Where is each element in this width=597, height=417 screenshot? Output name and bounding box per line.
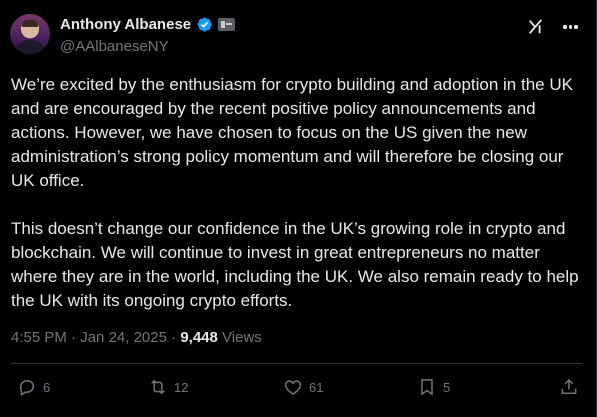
reply-count: 6	[43, 379, 51, 395]
author-handle[interactable]: @AAlbaneseNY	[60, 38, 169, 55]
like-button[interactable]: 61	[283, 374, 323, 400]
like-count: 61	[309, 379, 324, 395]
verified-badge-icon	[197, 17, 212, 32]
grok-icon[interactable]	[527, 18, 545, 36]
divider	[11, 363, 582, 364]
repost-button[interactable]: 12	[148, 374, 188, 400]
avatar[interactable]	[10, 14, 50, 54]
share-button[interactable]	[559, 374, 579, 400]
action-bar: 6 12 61 5	[11, 374, 579, 400]
author-name-row: Anthony Albanese	[60, 16, 236, 33]
author-display-name[interactable]: Anthony Albanese	[60, 16, 191, 33]
bookmark-count: 5	[443, 379, 451, 395]
reply-bubble-icon	[20, 379, 35, 397]
repost-count: 12	[174, 379, 189, 395]
views-label: Views	[222, 329, 262, 346]
tweet-time[interactable]: 4:55 PM	[11, 329, 67, 346]
more-options-icon[interactable]	[563, 20, 581, 34]
meta-separator: ·	[71, 329, 77, 346]
tweet-text: We’re excited by the enthusiasm for cryp…	[11, 73, 581, 313]
reply-button[interactable]: 6	[17, 374, 50, 400]
tweet-header: Anthony Albanese @AAlbaneseNY	[10, 10, 583, 58]
bookmark-icon	[421, 379, 433, 396]
tweet-paragraph-1: We’re excited by the enthusiasm for cryp…	[11, 75, 573, 190]
meta-separator: ·	[171, 329, 177, 346]
tweet-meta: 4:55 PM · Jan 24, 2025 · 9,448 Views	[11, 329, 262, 346]
affiliation-badge-icon[interactable]	[218, 18, 236, 31]
share-upload-icon	[561, 378, 577, 394]
repost-arrows-icon	[151, 379, 165, 395]
heart-icon	[284, 380, 302, 395]
tweet-date[interactable]: Jan 24, 2025	[80, 329, 167, 346]
views-count: 9,448	[180, 329, 218, 346]
tweet-paragraph-2: This doesn’t change our confidence in th…	[11, 219, 579, 310]
bookmark-button[interactable]: 5	[417, 374, 450, 400]
